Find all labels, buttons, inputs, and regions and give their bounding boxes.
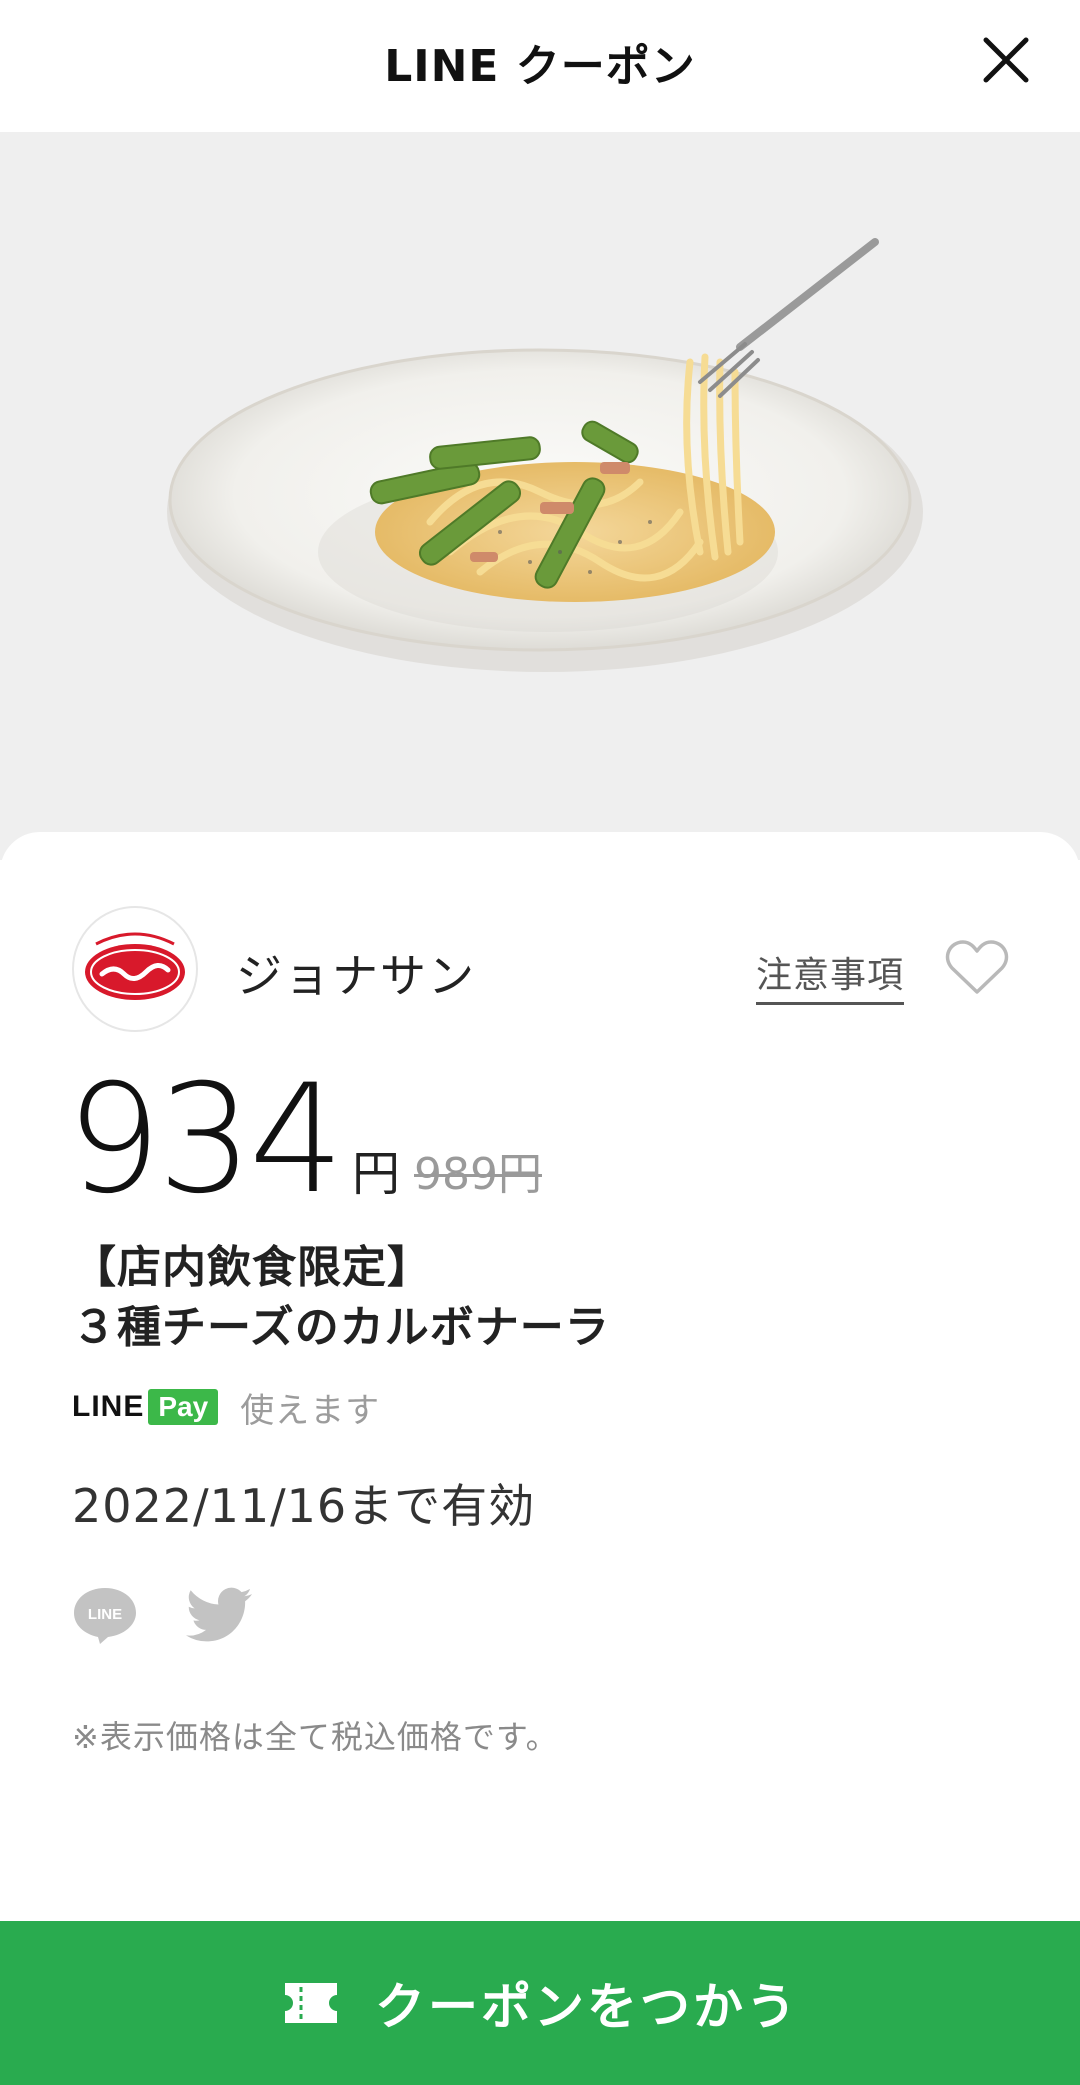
svg-text:LINE: LINE xyxy=(88,1606,122,1623)
pasta-dish-image xyxy=(167,238,923,672)
linepay-usable-text: 使えます xyxy=(240,1390,381,1431)
close-button[interactable] xyxy=(976,30,1036,90)
heart-icon xyxy=(945,940,1009,994)
coupon-title: 【店内飲食限定】 ３種チーズのカルボナーラ xyxy=(72,1238,610,1358)
header-bar: LINE クーポン xyxy=(0,0,1080,132)
price-current: 934 xyxy=(66,1053,344,1227)
line-share-icon: LINE xyxy=(74,1588,136,1644)
use-coupon-label: クーポンをつかう xyxy=(375,1978,799,2036)
ticket-icon xyxy=(285,1983,337,2023)
notes-link[interactable]: 注意事項 xyxy=(756,946,905,1005)
twitter-share-icon xyxy=(186,1587,252,1642)
coupon-hero-image xyxy=(0,132,1080,860)
close-icon xyxy=(983,37,1029,83)
tax-note: ※表示価格は全て税込価格です。 xyxy=(72,1718,559,1756)
validity-text: 2022/11/16まで有効 xyxy=(72,1479,536,1533)
coupon-title-line-1: 【店内飲食限定】 xyxy=(72,1242,432,1293)
jonathan-logo-icon xyxy=(85,932,185,1000)
linepay-line-text: LINE xyxy=(72,1390,145,1423)
use-coupon-button[interactable]: クーポンをつかう xyxy=(0,1921,1080,2085)
coupon-title-line-2: ３種チーズのカルボナーラ xyxy=(72,1302,610,1353)
linepay-pay-badge: Pay xyxy=(148,1389,219,1425)
price-unit: 円 xyxy=(352,1146,401,1202)
brand-name: ジョナサン xyxy=(236,949,476,1003)
favorite-button[interactable] xyxy=(944,938,1010,998)
share-line-button[interactable]: LINE xyxy=(72,1584,138,1646)
share-twitter-button[interactable] xyxy=(186,1586,252,1644)
price-original: 989円 xyxy=(414,1149,542,1200)
linepay-badge-row: LINE Pay 使えます xyxy=(72,1384,381,1431)
price-row: 934 円 989円 xyxy=(66,1060,966,1220)
page-title: LINE クーポン xyxy=(384,41,696,92)
brand-logo xyxy=(72,906,198,1032)
